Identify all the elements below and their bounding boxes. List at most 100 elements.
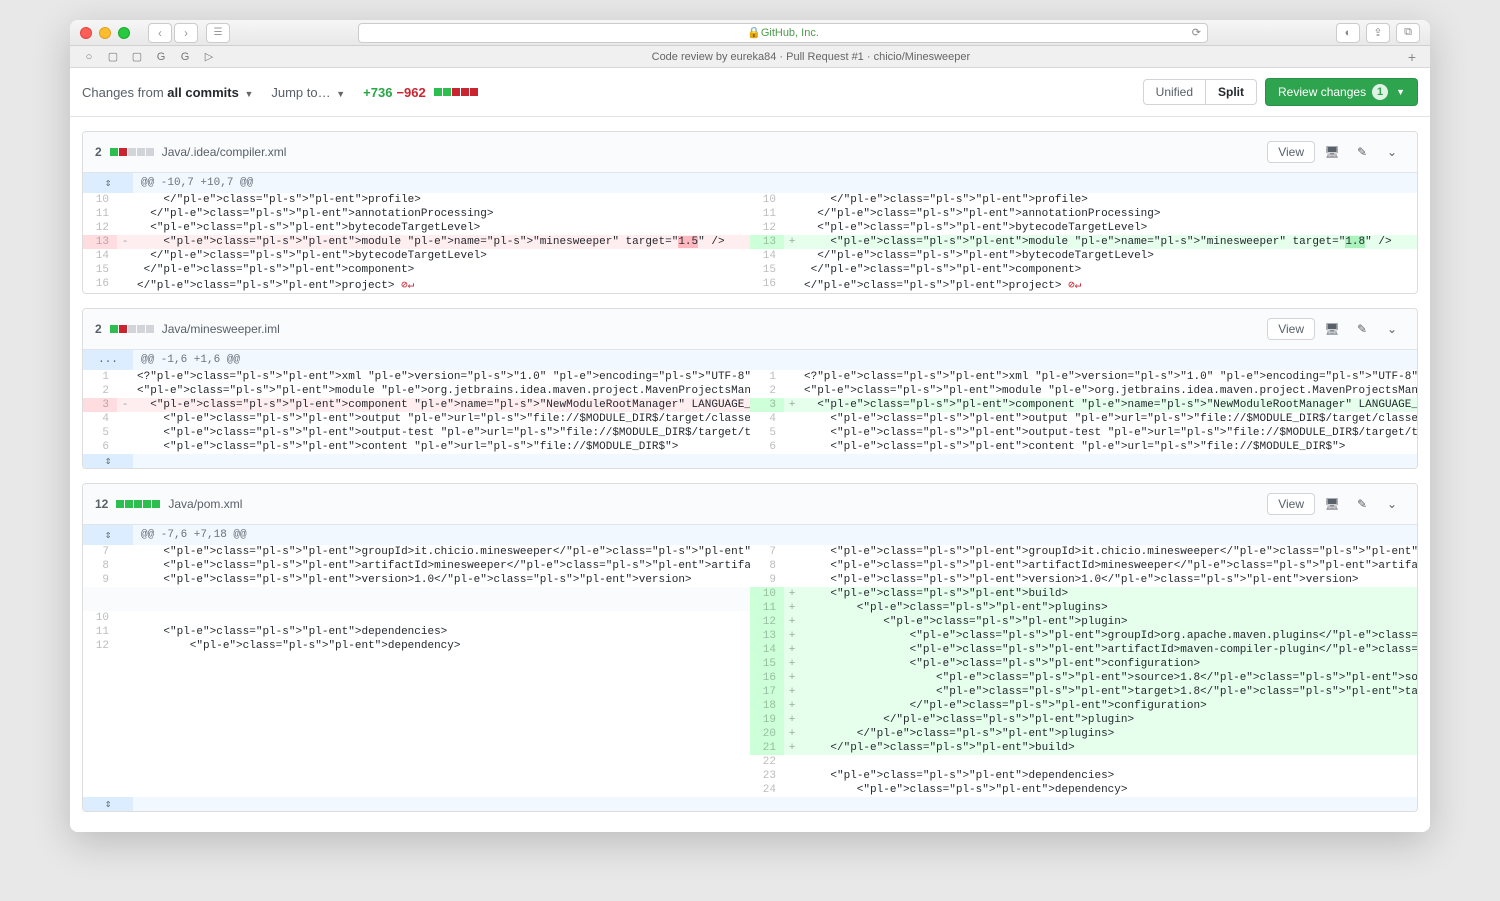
sidebar-button[interactable]: ☰ [206, 23, 230, 43]
diff-line[interactable]: 13 + <"pl-e">class="pl-s">"pl-ent">group… [750, 629, 1417, 643]
collapse-icon[interactable]: ⌄ [1379, 317, 1405, 341]
diff-line[interactable]: 1 <?"pl-e">class="pl-s">"pl-ent">xml "pl… [83, 370, 750, 384]
shield-icon[interactable]: ◐ [1336, 23, 1360, 43]
hunk-expand-button[interactable]: ⇕ [83, 173, 133, 193]
close-window-icon[interactable] [80, 27, 92, 39]
file-path[interactable]: Java/.idea/compiler.xml [162, 145, 287, 159]
diff-line[interactable]: 24 <"pl-e">class="pl-s">"pl-ent">depende… [750, 783, 1417, 797]
collapse-icon[interactable]: ⌄ [1379, 492, 1405, 516]
back-button[interactable]: ‹ [148, 23, 172, 43]
diff-line[interactable]: 7 <"pl-e">class="pl-s">"pl-ent">groupId>… [750, 545, 1417, 559]
diff-line[interactable]: 11 </"pl-e">class="pl-s">"pl-ent">annota… [83, 207, 750, 221]
hunk-header: ... @@ -1,6 +1,6 @@ [83, 350, 1417, 370]
maximize-window-icon[interactable] [118, 27, 130, 39]
diff-line[interactable]: 23 <"pl-e">class="pl-s">"pl-ent">depende… [750, 769, 1417, 783]
desktop-icon[interactable]: 🖥 [1319, 140, 1345, 164]
toolbar-right: ◐ ⇪ ⧉ [1336, 23, 1420, 43]
desktop-icon[interactable]: 🖥 [1319, 317, 1345, 341]
fav-github-icon[interactable]: ○ [78, 49, 100, 65]
diff-line[interactable]: 10 </"pl-e">class="pl-s">"pl-ent">profil… [83, 193, 750, 207]
diff-line[interactable]: 6 <"pl-e">class="pl-s">"pl-ent">content … [750, 440, 1417, 454]
diff-line[interactable]: 11 <"pl-e">class="pl-s">"pl-ent">depende… [83, 625, 750, 639]
edit-icon[interactable]: ✎ [1349, 317, 1375, 341]
edit-icon[interactable]: ✎ [1349, 492, 1375, 516]
hunk-expand-button[interactable]: ⇕ [83, 797, 133, 811]
line-sign [117, 277, 133, 293]
new-tab-button[interactable]: + [1402, 49, 1422, 65]
diff-line[interactable]: 9 <"pl-e">class="pl-s">"pl-ent">version>… [83, 573, 750, 587]
diff-line[interactable]: 14 </"pl-e">class="pl-s">"pl-ent">byteco… [750, 249, 1417, 263]
diff-line[interactable]: 13 + <"pl-e">class="pl-s">"pl-ent">modul… [750, 235, 1417, 249]
fav-google2-icon[interactable]: G [174, 49, 196, 65]
diff-line[interactable]: 12 + <"pl-e">class="pl-s">"pl-ent">plugi… [750, 615, 1417, 629]
jump-to-dropdown[interactable]: Jump to… ▼ [271, 85, 345, 100]
fav-item-2-icon[interactable]: ▢ [102, 49, 124, 65]
hunk-expand-button[interactable]: ⇕ [83, 525, 133, 545]
edit-icon[interactable]: ✎ [1349, 140, 1375, 164]
view-file-button[interactable]: View [1267, 141, 1315, 163]
diff-line[interactable]: 2 <"pl-e">class="pl-s">"pl-ent">module "… [750, 384, 1417, 398]
diff-line[interactable]: 5 <"pl-e">class="pl-s">"pl-ent">output-t… [83, 426, 750, 440]
diff-line[interactable]: 14 + <"pl-e">class="pl-s">"pl-ent">artif… [750, 643, 1417, 657]
fav-google-icon[interactable]: G [150, 49, 172, 65]
diff-line[interactable]: 8 <"pl-e">class="pl-s">"pl-ent">artifact… [750, 559, 1417, 573]
desktop-icon[interactable]: 🖥 [1319, 492, 1345, 516]
diff-line[interactable]: 17 + <"pl-e">class="pl-s">"pl-ent">targe… [750, 685, 1417, 699]
hunk-expand-button[interactable]: ... [83, 350, 133, 370]
diff-line[interactable]: 21 + </"pl-e">class="pl-s">"pl-ent">buil… [750, 741, 1417, 755]
view-file-button[interactable]: View [1267, 318, 1315, 340]
tabs-icon[interactable]: ⧉ [1396, 23, 1420, 43]
diff-line[interactable]: 15 </"pl-e">class="pl-s">"pl-ent">compon… [750, 263, 1417, 277]
diff-line[interactable]: 6 <"pl-e">class="pl-s">"pl-ent">content … [83, 440, 750, 454]
diff-line[interactable]: 15 + <"pl-e">class="pl-s">"pl-ent">confi… [750, 657, 1417, 671]
view-file-button[interactable]: View [1267, 493, 1315, 515]
diff-line[interactable]: 2 <"pl-e">class="pl-s">"pl-ent">module "… [83, 384, 750, 398]
address-bar[interactable]: 🔒 GitHub, Inc. ⟳ [358, 23, 1208, 43]
diff-line[interactable]: 10 </"pl-e">class="pl-s">"pl-ent">profil… [750, 193, 1417, 207]
diff-line[interactable]: 10 [83, 611, 750, 625]
fav-item-3-icon[interactable]: ▢ [126, 49, 148, 65]
diff-line[interactable]: 12 <"pl-e">class="pl-s">"pl-ent">depende… [83, 639, 750, 653]
diff-line[interactable]: 20 + </"pl-e">class="pl-s">"pl-ent">plug… [750, 727, 1417, 741]
diff-line[interactable]: 16 </"pl-e">class="pl-s">"pl-ent">projec… [750, 277, 1417, 293]
forward-button[interactable]: › [174, 23, 198, 43]
share-icon[interactable]: ⇪ [1366, 23, 1390, 43]
file-diffstat-squares [110, 148, 154, 156]
diff-line[interactable]: 8 <"pl-e">class="pl-s">"pl-ent">artifact… [83, 559, 750, 573]
collapse-icon[interactable]: ⌄ [1379, 140, 1405, 164]
hunk-expand-button[interactable]: ⇕ [83, 454, 133, 468]
diff-line[interactable]: 3 - <"pl-e">class="pl-s">"pl-ent">compon… [83, 398, 750, 412]
diff-line[interactable]: 15 </"pl-e">class="pl-s">"pl-ent">compon… [83, 263, 750, 277]
file-path[interactable]: Java/minesweeper.iml [162, 322, 280, 336]
line-number: 8 [83, 559, 117, 573]
split-button[interactable]: Split [1206, 79, 1257, 105]
diff-line[interactable]: 10 + <"pl-e">class="pl-s">"pl-ent">build… [750, 587, 1417, 601]
diff-line[interactable]: 18 + </"pl-e">class="pl-s">"pl-ent">conf… [750, 699, 1417, 713]
changes-from-dropdown[interactable]: Changes from all commits ▼ [82, 85, 253, 100]
line-code: <"pl-e">class="pl-s">"pl-ent">content "p… [800, 440, 1417, 454]
minimize-window-icon[interactable] [99, 27, 111, 39]
diff-line[interactable]: 12 <"pl-e">class="pl-s">"pl-ent">bytecod… [750, 221, 1417, 235]
reload-icon[interactable]: ⟳ [1192, 26, 1201, 39]
diff-line[interactable]: 14 </"pl-e">class="pl-s">"pl-ent">byteco… [83, 249, 750, 263]
diff-line[interactable]: 16 </"pl-e">class="pl-s">"pl-ent">projec… [83, 277, 750, 293]
diff-line[interactable]: 13 - <"pl-e">class="pl-s">"pl-ent">modul… [83, 235, 750, 249]
diff-line[interactable]: 11 + <"pl-e">class="pl-s">"pl-ent">plugi… [750, 601, 1417, 615]
diff-line[interactable]: 19 + </"pl-e">class="pl-s">"pl-ent">plug… [750, 713, 1417, 727]
file-path[interactable]: Java/pom.xml [168, 497, 242, 511]
diff-line[interactable]: 7 <"pl-e">class="pl-s">"pl-ent">groupId>… [83, 545, 750, 559]
line-sign [117, 639, 133, 653]
diff-line[interactable]: 16 + <"pl-e">class="pl-s">"pl-ent">sourc… [750, 671, 1417, 685]
diff-line[interactable]: 11 </"pl-e">class="pl-s">"pl-ent">annota… [750, 207, 1417, 221]
review-changes-button[interactable]: Review changes 1 ▼ [1265, 78, 1418, 106]
diff-line[interactable]: 5 <"pl-e">class="pl-s">"pl-ent">output-t… [750, 426, 1417, 440]
diff-line[interactable]: 9 <"pl-e">class="pl-s">"pl-ent">version>… [750, 573, 1417, 587]
diff-line[interactable]: 12 <"pl-e">class="pl-s">"pl-ent">bytecod… [83, 221, 750, 235]
diff-line[interactable]: 4 <"pl-e">class="pl-s">"pl-ent">output "… [83, 412, 750, 426]
fav-bing-icon[interactable]: ▷ [198, 49, 220, 65]
diff-line[interactable]: 22 [750, 755, 1417, 769]
unified-button[interactable]: Unified [1143, 79, 1206, 105]
diff-line[interactable]: 1 <?"pl-e">class="pl-s">"pl-ent">xml "pl… [750, 370, 1417, 384]
diff-line[interactable]: 3 + <"pl-e">class="pl-s">"pl-ent">compon… [750, 398, 1417, 412]
diff-line[interactable]: 4 <"pl-e">class="pl-s">"pl-ent">output "… [750, 412, 1417, 426]
